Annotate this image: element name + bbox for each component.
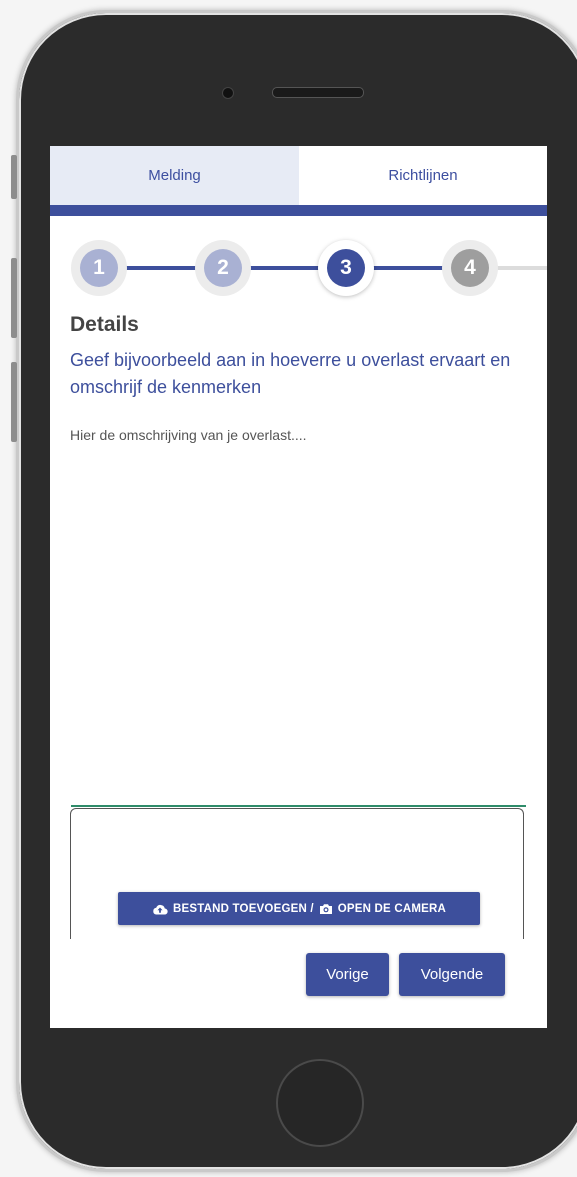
- volume-down-button: [11, 362, 17, 442]
- volume-up-button: [11, 258, 17, 338]
- earpiece-speaker: [272, 87, 364, 98]
- tab-bar: Melding Richtlijnen: [50, 146, 547, 205]
- open-camera-label: OPEN DE CAMERA: [337, 902, 446, 915]
- step-number: 4: [451, 249, 489, 287]
- section-title: Details: [70, 313, 139, 336]
- mute-switch: [11, 155, 17, 199]
- step-1[interactable]: 1: [71, 240, 127, 296]
- camera-icon: [319, 903, 332, 914]
- home-button[interactable]: [276, 1059, 364, 1147]
- description-textarea[interactable]: Hier de omschrijving van je overlast....: [70, 427, 520, 443]
- tab-melding[interactable]: Melding: [50, 146, 299, 205]
- next-button[interactable]: Volgende: [399, 953, 505, 996]
- phone-screen: Melding Richtlijnen 1 2 3 4 Details Geef…: [50, 146, 547, 1028]
- step-number: 3: [327, 249, 365, 287]
- step-3[interactable]: 3: [318, 240, 374, 296]
- cloud-upload-icon: [153, 904, 168, 915]
- step-number: 2: [204, 249, 242, 287]
- textarea-underline: [71, 805, 526, 807]
- section-subtitle: Geef bijvoorbeeld aan in hoeverre u over…: [70, 350, 511, 397]
- add-file-label: BESTAND TOEVOEGEN /: [173, 902, 314, 915]
- step-number: 1: [80, 249, 118, 287]
- previous-button[interactable]: Vorige: [306, 953, 389, 996]
- step-2[interactable]: 2: [195, 240, 251, 296]
- step-4[interactable]: 4: [442, 240, 498, 296]
- tab-indicator-bar: [50, 205, 547, 216]
- add-file-camera-button[interactable]: BESTAND TOEVOEGEN / OPEN DE CAMERA: [118, 892, 480, 925]
- tab-richtlijnen[interactable]: Richtlijnen: [299, 146, 547, 205]
- step-connector: [491, 266, 547, 270]
- front-camera: [222, 87, 234, 99]
